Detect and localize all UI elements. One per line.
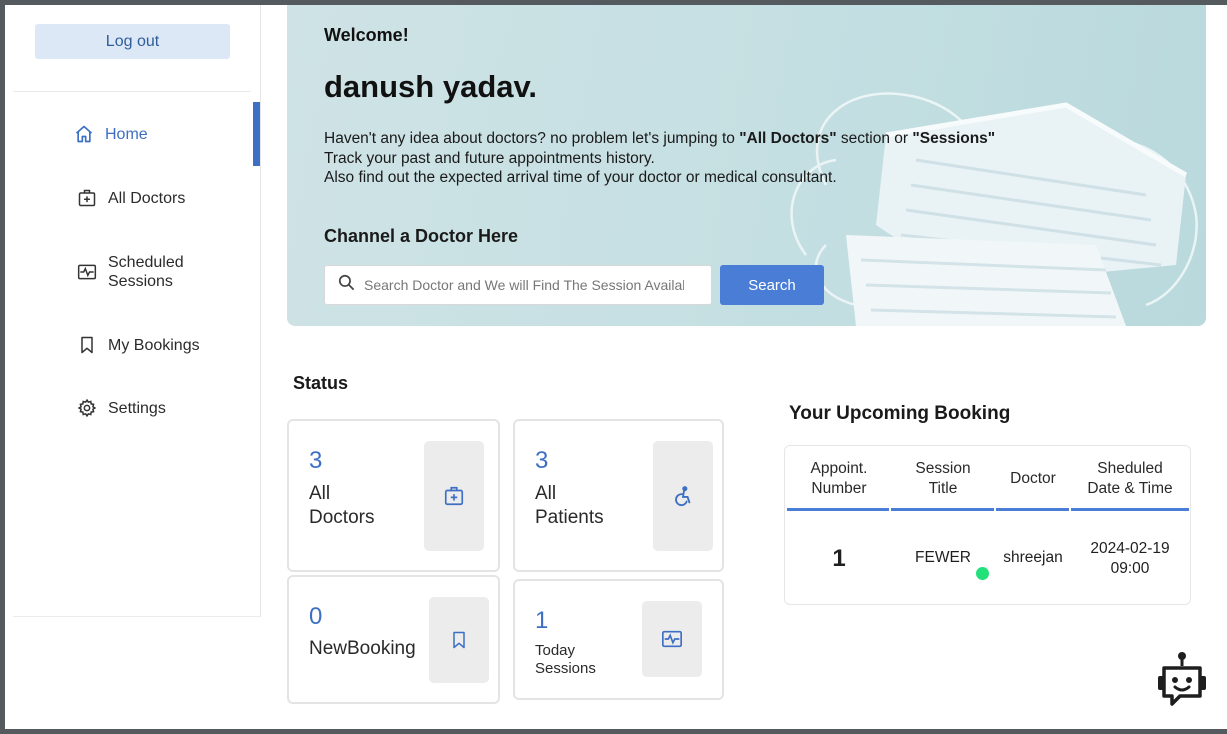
welcome-heading: Welcome! xyxy=(324,25,409,45)
upcoming-booking-table: Appoint. Number Session Title Doctor Shedu… xyxy=(784,445,1191,605)
active-indicator xyxy=(253,102,260,166)
channel-doctor-heading: Channel a Doctor Here xyxy=(324,226,519,246)
status-label-line: Patients xyxy=(535,507,604,528)
status-label-line: Today xyxy=(535,642,576,659)
status-label: Today Sessions xyxy=(535,642,596,678)
doctor-name: shreejan xyxy=(1003,549,1063,566)
sessions-link-text: "Sessions" xyxy=(912,130,996,147)
sidebar-item-scheduled-sessions[interactable]: Scheduled Sessions xyxy=(13,250,261,294)
scheduled-datetime: 2024-02-19 09:00 xyxy=(1073,539,1187,578)
sidebar-item-all-doctors[interactable]: All Doctors xyxy=(13,186,261,210)
status-card-new-booking[interactable]: 0 NewBooking xyxy=(287,575,500,704)
sidebar-item-label: All Doctors xyxy=(108,189,186,207)
status-label-line: All xyxy=(535,483,557,504)
status-label-line: All xyxy=(309,483,331,504)
sidebar: Log out Home All Doctors Scheduled Sessi… xyxy=(13,5,261,617)
column-header-line: Doctor xyxy=(1010,470,1056,487)
search-button[interactable]: Search xyxy=(720,265,824,305)
sidebar-item-home[interactable]: Home xyxy=(13,122,261,146)
user-name: danush yadav. xyxy=(324,69,538,104)
welcome-banner: Welcome! danush yadav. Haven't any idea … xyxy=(287,5,1206,326)
sidebar-item-label: My Bookings xyxy=(108,336,200,354)
logout-button[interactable]: Log out xyxy=(35,24,230,59)
status-count: 1 xyxy=(535,607,549,634)
gear-icon xyxy=(76,397,98,419)
intro-line-1: Haven't any idea about doctors? no probl… xyxy=(324,129,1104,149)
intro-text-segment: section or xyxy=(836,130,913,147)
pulse-icon xyxy=(642,601,702,677)
column-header-line: Sheduled xyxy=(1097,460,1163,477)
wheelchair-icon xyxy=(653,441,713,551)
sidebar-item-label: Home xyxy=(105,125,148,143)
header-underline xyxy=(1071,508,1189,511)
sidebar-item-label: Scheduled Sessions xyxy=(108,254,184,290)
status-label-line: Sessions xyxy=(535,660,596,677)
session-title: FEWER xyxy=(915,549,971,566)
column-header: Sheduled Date & Time xyxy=(1073,459,1187,498)
column-header-line: Session xyxy=(915,460,971,477)
bookmark-icon xyxy=(429,597,489,683)
pulse-icon xyxy=(76,261,98,283)
column-header-line: Number xyxy=(811,479,867,497)
search-box[interactable] xyxy=(324,265,712,305)
search-icon xyxy=(337,273,356,297)
header-underline xyxy=(891,508,994,511)
status-label: All Doctors xyxy=(309,482,374,530)
intro-text-segment: Haven't any idea about doctors? no probl… xyxy=(324,130,740,147)
medical-case-icon xyxy=(76,187,98,209)
all-doctors-link-text: "All Doctors" xyxy=(739,130,837,147)
status-count: 3 xyxy=(309,447,323,474)
status-card-today-sessions[interactable]: 1 Today Sessions xyxy=(513,579,724,700)
robot-icon xyxy=(1155,652,1209,713)
column-header: Session Title xyxy=(893,459,993,498)
status-card-all-doctors[interactable]: 3 All Doctors xyxy=(287,419,500,572)
scheduled-date: 2024-02-19 xyxy=(1090,540,1170,557)
status-count: 3 xyxy=(535,447,549,474)
status-count: 0 xyxy=(309,603,323,630)
status-heading: Status xyxy=(293,373,349,393)
intro-line-2: Track your past and future appointments … xyxy=(324,149,655,167)
search-input[interactable] xyxy=(364,277,684,293)
app-window: Log out Home All Doctors Scheduled Sessi… xyxy=(5,5,1227,729)
sidebar-item-label: Settings xyxy=(108,399,166,417)
column-header-line: Appoint. xyxy=(810,460,868,477)
status-label: All Patients xyxy=(535,482,604,530)
online-status-dot xyxy=(976,567,989,580)
header-underline xyxy=(996,508,1069,511)
intro-line-3: Also find out the expected arrival time … xyxy=(324,169,837,186)
status-card-all-patients[interactable]: 3 All Patients xyxy=(513,419,724,572)
chatbot-button[interactable] xyxy=(1150,650,1214,713)
header-underline xyxy=(787,508,889,511)
home-icon xyxy=(73,123,95,145)
column-header: Doctor xyxy=(997,469,1069,489)
medical-case-icon xyxy=(424,441,484,551)
column-header-line: Title xyxy=(928,479,958,497)
bookmark-icon xyxy=(76,334,98,356)
appointment-number: 1 xyxy=(832,545,846,572)
status-label-line: Doctors xyxy=(309,507,375,528)
sidebar-item-my-bookings[interactable]: My Bookings xyxy=(13,333,261,357)
column-header: Appoint. Number xyxy=(791,459,887,498)
sidebar-item-settings[interactable]: Settings xyxy=(13,396,261,420)
scheduled-time: 09:00 xyxy=(1110,559,1150,577)
intro-text: Haven't any idea about doctors? no probl… xyxy=(324,129,1104,188)
column-header-line: Date & Time xyxy=(1087,479,1173,497)
face-mask-illustration xyxy=(790,92,1198,326)
status-label: NewBooking xyxy=(309,638,416,659)
sidebar-divider xyxy=(13,91,251,92)
upcoming-booking-heading: Your Upcoming Booking xyxy=(789,403,1011,424)
